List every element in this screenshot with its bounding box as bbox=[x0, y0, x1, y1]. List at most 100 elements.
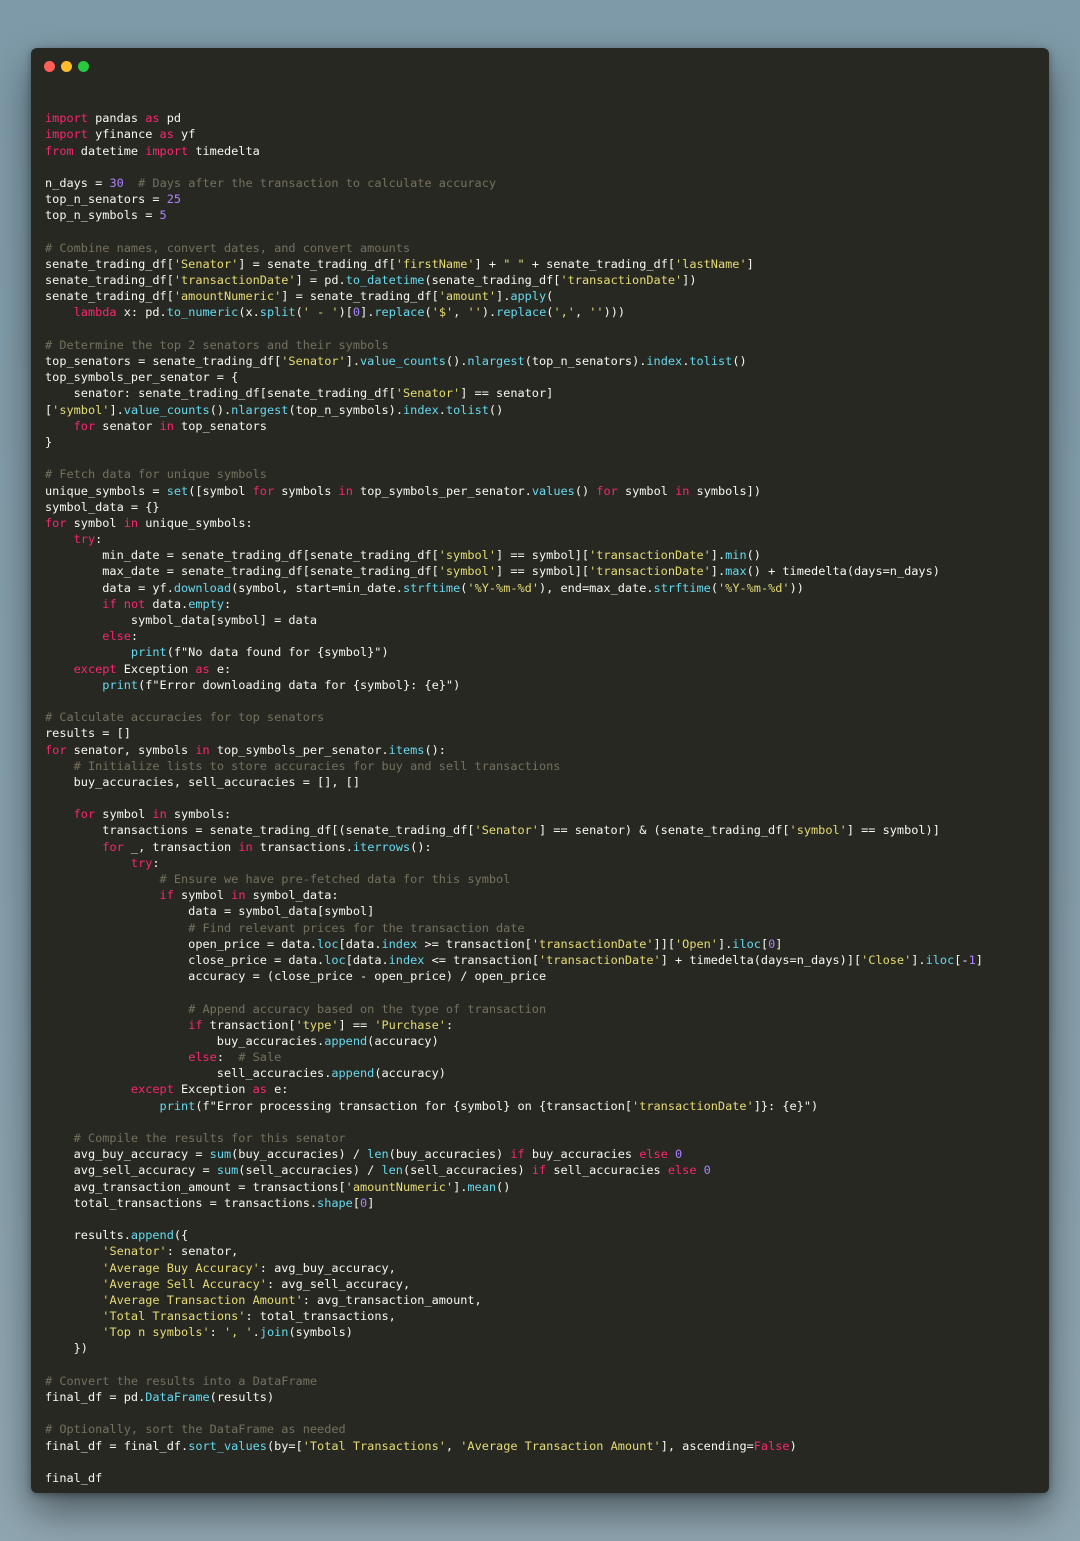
code-token: ]. bbox=[360, 305, 375, 320]
code-token: ] == bbox=[338, 1017, 375, 1032]
code-token: iterrows bbox=[352, 839, 411, 854]
code-line: avg_sell_accuracy = sum(sell_accuracies)… bbox=[45, 1162, 983, 1178]
code-token: as bbox=[252, 1082, 267, 1097]
code-token: : senator, bbox=[166, 1244, 239, 1259]
code-token: ] + bbox=[474, 256, 504, 271]
code-token: transactions = senate_trading_df[(senate… bbox=[45, 823, 475, 838]
code-line: if not data.empty: bbox=[45, 596, 983, 612]
code-line: senator: senate_trading_df[senate_tradin… bbox=[45, 385, 983, 401]
code-token: : avg_sell_accuracy, bbox=[266, 1276, 411, 1291]
code-line: from datetime import timedelta bbox=[45, 143, 983, 159]
code-token: () + timedelta(days=n_days) bbox=[746, 564, 940, 579]
code-token: index bbox=[388, 952, 425, 967]
code-token: (). bbox=[209, 402, 232, 417]
code-token: accuracy = (close_price - open_price) / … bbox=[45, 969, 547, 984]
code-token: buy_accuracies bbox=[524, 1147, 640, 1162]
code-window: import pandas as pd import yfinance as yf… bbox=[31, 48, 1049, 1493]
code-line: final_df = final_df.sort_values(by=['Tot… bbox=[45, 1438, 983, 1454]
code-token: top_symbols_per_senator. bbox=[352, 483, 532, 498]
code-line: results = [] bbox=[45, 725, 983, 741]
code-token: senate_trading_df[ bbox=[45, 273, 174, 288]
code-token: )[ bbox=[338, 305, 353, 320]
code-token: sum bbox=[216, 1163, 239, 1178]
code-token: except bbox=[130, 1082, 174, 1097]
code-token: nlargest bbox=[231, 402, 289, 417]
code-token: for bbox=[73, 418, 96, 433]
code-token: transactions. bbox=[252, 839, 353, 854]
code-token: in bbox=[123, 515, 139, 530]
code-token: buy_accuracies, sell_accuracies = [], [] bbox=[45, 774, 360, 789]
code-token: 'symbol' bbox=[438, 564, 497, 579]
code-token: symbols bbox=[274, 483, 339, 498]
code-token: <= transaction[ bbox=[424, 952, 539, 967]
code-line: 'Total Transactions': total_transactions… bbox=[45, 1308, 983, 1324]
code-token: sell_accuracies bbox=[546, 1163, 668, 1178]
code-token: _, transaction bbox=[123, 839, 239, 854]
code-token: data. bbox=[145, 596, 189, 611]
code-token: (symbols) bbox=[288, 1325, 353, 1340]
code-token: ] bbox=[367, 1195, 375, 1210]
code-token: from bbox=[45, 143, 74, 158]
code-token: ( bbox=[424, 305, 432, 320]
minimize-window-button[interactable] bbox=[61, 61, 72, 72]
code-line: except Exception as e: bbox=[45, 661, 983, 677]
code-token: tolist bbox=[445, 402, 489, 417]
code-token: ]. bbox=[453, 1179, 468, 1194]
code-token: () bbox=[488, 402, 504, 417]
code-token: # Optionally, sort the DataFrame as need… bbox=[45, 1422, 346, 1437]
code-token: 'transactionDate' bbox=[632, 1098, 754, 1113]
close-window-button[interactable] bbox=[44, 61, 55, 72]
code-line: for symbol in unique_symbols: bbox=[45, 515, 983, 531]
code-line: import pandas as pd bbox=[45, 110, 983, 126]
code-token: values bbox=[531, 483, 575, 498]
code-token: top_senators = senate_trading_df[ bbox=[45, 354, 282, 368]
code-token: final_df = final_df. bbox=[45, 1438, 189, 1453]
window-controls bbox=[44, 61, 89, 72]
maximize-window-button[interactable] bbox=[78, 61, 89, 72]
code-token: 'Average Sell Accuracy' bbox=[102, 1276, 267, 1291]
code-block[interactable]: import pandas as pd import yfinance as yf… bbox=[45, 94, 983, 1486]
code-token: 'Senator' bbox=[281, 354, 346, 368]
code-token: # Find relevant prices for the transacti… bbox=[188, 920, 525, 935]
code-token: ( bbox=[710, 580, 718, 595]
code-line: sell_accuracies.append(accuracy) bbox=[45, 1065, 983, 1081]
code-token: (): bbox=[424, 742, 446, 757]
code-token: open_price = data. bbox=[45, 936, 318, 951]
code-token: . bbox=[438, 402, 446, 417]
code-token: else bbox=[102, 629, 131, 644]
code-token: 'transactionDate' bbox=[538, 952, 661, 967]
code-token: pandas bbox=[87, 111, 146, 126]
code-line: symbol_data = {} bbox=[45, 499, 983, 515]
code-token: x: pd. bbox=[116, 305, 167, 320]
code-line: # Append accuracy based on the type of t… bbox=[45, 1001, 983, 1017]
code-token: (by=[ bbox=[266, 1438, 303, 1453]
code-token: as bbox=[195, 661, 210, 676]
code-token: print bbox=[159, 1098, 196, 1113]
code-token: ), end=max_date. bbox=[539, 580, 654, 595]
code-token: 'Top n symbols' bbox=[102, 1325, 210, 1340]
code-token: len bbox=[367, 1147, 389, 1162]
code-token: # Append accuracy based on the type of t… bbox=[188, 1001, 547, 1016]
code-token: ]. bbox=[345, 354, 361, 368]
code-token: ] = senate_trading_df[ bbox=[238, 256, 396, 271]
code-token: results = [] bbox=[45, 726, 131, 741]
code-token: append bbox=[331, 1066, 375, 1081]
code-line: for _, transaction in transactions.iterr… bbox=[45, 839, 983, 855]
code-token: ]. bbox=[710, 548, 726, 563]
code-token: senate_trading_df[ bbox=[45, 256, 174, 271]
code-token: symbol bbox=[173, 888, 232, 903]
code-token: ] = senate_trading_df[ bbox=[281, 289, 439, 304]
code-token: 'symbol' bbox=[789, 823, 847, 838]
code-token: 'Average Buy Accuracy' bbox=[102, 1260, 260, 1275]
